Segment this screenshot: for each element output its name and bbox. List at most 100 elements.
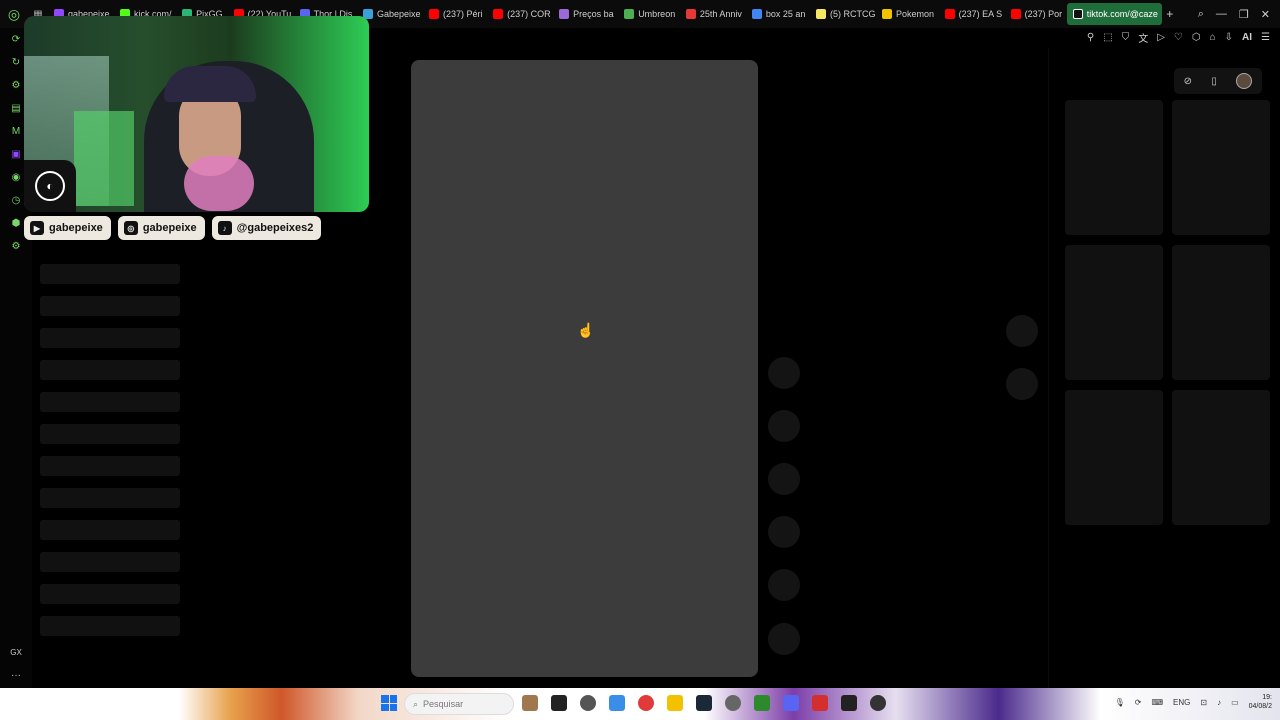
- action-button-5[interactable]: [768, 569, 800, 601]
- sync-icon[interactable]: ⟳: [1135, 698, 1142, 707]
- twitch-icon[interactable]: ▣: [8, 147, 24, 161]
- tab-favicon-icon: [493, 9, 504, 19]
- volume-icon[interactable]: ♪: [1217, 698, 1221, 707]
- loading-placeholder-row: [40, 424, 180, 444]
- more-icon[interactable]: ···: [0, 670, 32, 681]
- folder-icon[interactable]: [667, 695, 683, 711]
- action-button-6[interactable]: [768, 623, 800, 655]
- history-icon[interactable]: ◷: [8, 193, 24, 207]
- owl-app-icon[interactable]: [522, 695, 538, 711]
- next-video-button[interactable]: [1006, 368, 1038, 400]
- heart-icon[interactable]: ♡: [1174, 32, 1183, 43]
- right-panel-header: ⊘ ▯: [1174, 68, 1262, 94]
- new-tab-button[interactable]: +: [1162, 7, 1178, 21]
- device-icon[interactable]: ▯: [1211, 76, 1217, 87]
- extensions-sidebar-icon[interactable]: ⬢: [8, 216, 24, 230]
- stream-logo-badge: ◐: [24, 160, 76, 212]
- tab[interactable]: Preços ba: [553, 3, 618, 25]
- tab[interactable]: (5) RCTCG: [810, 3, 876, 25]
- thumbnail-2[interactable]: [1172, 100, 1270, 235]
- messenger-icon[interactable]: M: [8, 124, 24, 138]
- thumbnail-5[interactable]: [1065, 390, 1163, 525]
- compass-icon[interactable]: ⊘: [1184, 76, 1192, 87]
- network-icon[interactable]: ⊡: [1200, 698, 1207, 707]
- avatar[interactable]: [1236, 73, 1253, 89]
- thumbnail-1[interactable]: [1065, 100, 1163, 235]
- pin-icon[interactable]: ⚲: [1087, 32, 1094, 43]
- thumbnail-4[interactable]: [1172, 245, 1270, 380]
- previous-video-button[interactable]: [1006, 315, 1038, 347]
- loading-placeholder-row: [40, 392, 180, 412]
- language-indicator[interactable]: ENG: [1173, 698, 1190, 707]
- background-light: [74, 111, 134, 206]
- tab-active[interactable]: tiktok.com/@caze: [1066, 3, 1162, 25]
- loading-placeholder-row: [40, 616, 180, 636]
- minimize-button[interactable]: —: [1216, 8, 1227, 21]
- app-icon-8[interactable]: [725, 695, 741, 711]
- app-icon-3[interactable]: [580, 695, 596, 711]
- action-button-4[interactable]: [768, 516, 800, 548]
- opera-gx-icon[interactable]: [638, 695, 654, 711]
- extensions-icon[interactable]: ⬡: [1192, 32, 1201, 43]
- battery-icon[interactable]: ▭: [1231, 698, 1239, 707]
- windows-start-icon[interactable]: [381, 695, 397, 711]
- settings-icon[interactable]: ⚙: [8, 239, 24, 253]
- wallet-icon[interactable]: ⌂: [1210, 32, 1216, 43]
- thumbnail-3[interactable]: [1065, 245, 1163, 380]
- reload-icon[interactable]: ↻: [8, 55, 24, 69]
- tab-label: Pokemon: [895, 9, 934, 19]
- menu-icon[interactable]: ☰: [1261, 32, 1270, 43]
- tab[interactable]: Pokemon: [876, 3, 939, 25]
- tab-label: (237) EA S: [958, 9, 1003, 19]
- discord-icon[interactable]: [783, 695, 799, 711]
- tab-label: Gabepeixe: [377, 9, 421, 19]
- download-icon[interactable]: ⇩: [1225, 32, 1233, 43]
- gx-footer-label: GX: [10, 648, 22, 657]
- youtube-icon: ▶: [30, 221, 44, 235]
- tab[interactable]: (237) Por: [1005, 3, 1067, 25]
- tab[interactable]: (237) EA S: [939, 3, 1005, 25]
- tab-favicon-icon: [751, 9, 762, 19]
- obs-icon[interactable]: [870, 695, 886, 711]
- keyboard-icon[interactable]: ⌨: [1151, 698, 1163, 707]
- xbox-icon[interactable]: [754, 695, 770, 711]
- play-icon[interactable]: ▷: [1157, 32, 1165, 43]
- search-tabs-icon[interactable]: ⌕: [1198, 8, 1204, 21]
- action-button-3[interactable]: [768, 463, 800, 495]
- gx-control-icon[interactable]: ⚙: [8, 78, 24, 92]
- app-icon-11[interactable]: [812, 695, 828, 711]
- taskbar-search[interactable]: ⌕ Pesquisar: [404, 693, 514, 715]
- tab[interactable]: Umbreon: [618, 3, 680, 25]
- thumbnail-6[interactable]: [1172, 390, 1270, 525]
- tab-favicon-icon: [559, 9, 570, 19]
- clock[interactable]: 19: 04/08/2: [1249, 693, 1272, 711]
- shield-icon[interactable]: ⛉: [1122, 32, 1130, 43]
- screenshot-icon[interactable]: ⬚: [1103, 32, 1112, 43]
- tab[interactable]: (237) COR: [487, 3, 553, 25]
- tab[interactable]: 25th Anniv: [680, 3, 746, 25]
- gx-corner-icon[interactable]: ▤: [8, 101, 24, 115]
- mic-icon[interactable]: 🎙: [1115, 698, 1125, 707]
- ai-icon[interactable]: AI: [1242, 32, 1252, 43]
- steam-icon[interactable]: [696, 695, 712, 711]
- refresh-icon[interactable]: ⟳: [8, 32, 24, 46]
- right-panel-divider: [1048, 48, 1049, 688]
- tab[interactable]: (237) Péri: [423, 3, 487, 25]
- player-icon[interactable]: ◉: [8, 170, 24, 184]
- social-label: gabepeixe: [49, 222, 103, 234]
- action-button-1[interactable]: [768, 357, 800, 389]
- action-button-2[interactable]: [768, 410, 800, 442]
- translate-icon[interactable]: 文: [1138, 30, 1148, 45]
- app-icon-12[interactable]: [841, 695, 857, 711]
- restore-button[interactable]: ❐: [1239, 8, 1249, 21]
- clock-date: 04/08/2: [1248, 703, 1272, 710]
- hand-cursor-icon: ☝: [577, 322, 595, 338]
- file-explorer-icon[interactable]: [551, 695, 567, 711]
- video-placeholder[interactable]: [411, 60, 758, 677]
- copilot-icon[interactable]: [609, 695, 625, 711]
- tab[interactable]: box 25 an: [746, 3, 810, 25]
- tab-favicon-icon: [881, 9, 892, 19]
- loading-placeholder-row: [40, 456, 180, 476]
- system-tray: 🎙 ⟳ ⌨ ENG ⊡ ♪ ▭ 19: 04/08/2: [1115, 693, 1272, 711]
- close-button[interactable]: ✕: [1261, 8, 1270, 21]
